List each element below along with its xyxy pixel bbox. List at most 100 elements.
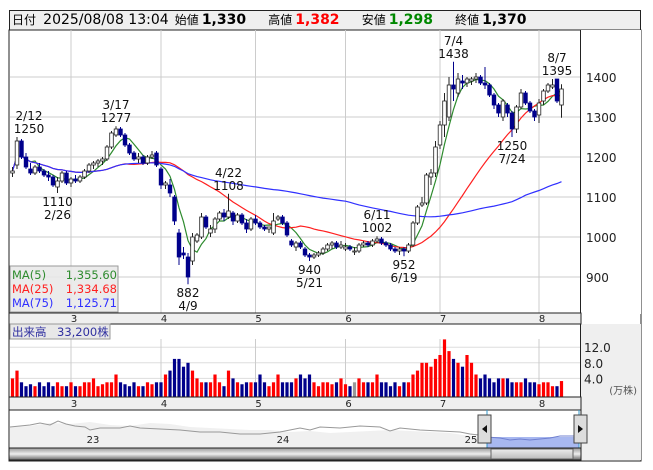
volume-bar <box>168 370 172 397</box>
volume-bar <box>127 386 132 397</box>
volume-bar <box>559 381 564 397</box>
volume-bar <box>393 382 397 397</box>
candle-body-up <box>352 250 357 253</box>
candle-body-up <box>356 244 362 252</box>
candle-body-down <box>460 80 465 84</box>
volume-bar <box>114 374 118 397</box>
candle-body-up <box>82 170 87 178</box>
volume-bar <box>204 382 208 397</box>
candle-body-up <box>469 78 474 82</box>
volume-bar <box>289 382 294 397</box>
volume-bar <box>172 358 177 397</box>
candle-body-up <box>329 242 335 246</box>
candle-body-up <box>86 164 92 172</box>
candle <box>248 217 254 231</box>
candle-body-down <box>221 212 227 218</box>
volume-bar <box>28 384 33 397</box>
month-label: 5 <box>255 399 261 410</box>
candle-body-down <box>365 242 371 246</box>
volume-bar <box>555 386 559 397</box>
volume-bar <box>91 378 96 397</box>
candle-body-down <box>28 168 33 174</box>
candle-body-up <box>68 178 74 184</box>
candle <box>203 215 209 229</box>
candle-body-down <box>298 242 303 248</box>
volume-bar <box>105 382 109 397</box>
candle-body-up <box>442 100 447 126</box>
candle-body-down <box>347 246 353 250</box>
volume-bar <box>447 351 451 397</box>
candle-body-up <box>235 214 240 222</box>
volume-tick-label: 12.0 <box>584 341 611 355</box>
candle-body-down <box>122 134 128 146</box>
navigator[interactable]: 23 24 25 <box>8 409 588 449</box>
candle-body-down <box>253 218 258 224</box>
candle <box>50 175 56 187</box>
annotation-date: 4/22 <box>215 166 242 180</box>
annotation-value: 952 <box>393 258 416 272</box>
volume-bar <box>406 382 411 397</box>
month-label: 6 <box>345 399 351 410</box>
month-label: 8 <box>539 314 545 325</box>
volume-bar <box>370 382 375 397</box>
annotation-value: 1250 <box>14 122 45 136</box>
volume-bar <box>519 382 523 397</box>
volume-bar <box>51 386 55 397</box>
candle-body-up <box>271 220 276 234</box>
volume-bar <box>357 378 361 397</box>
candle-body-down <box>23 156 29 168</box>
annotation-value: 882 <box>177 286 200 300</box>
volume-bar <box>537 384 541 397</box>
candle-body-up <box>145 156 150 164</box>
candle-body-up <box>248 218 254 230</box>
annotation-date: 6/11 <box>364 208 391 222</box>
candle-body-down <box>131 152 137 160</box>
annotation-value: 1250 <box>497 139 528 153</box>
candle-body-down <box>487 84 492 96</box>
candle-body-up <box>266 226 272 230</box>
volume-unit: (万株) <box>609 384 637 397</box>
volume-bar <box>280 382 285 397</box>
candle-body-down <box>280 216 285 224</box>
volume-bar <box>240 384 244 397</box>
annotation-date: 2/12 <box>16 109 43 123</box>
candle <box>14 137 20 169</box>
candle-body-down <box>230 212 236 222</box>
navigator-right-handle[interactable] <box>573 414 588 444</box>
volume-bar <box>19 382 24 397</box>
candle-body-up <box>545 84 551 92</box>
volume-bar <box>145 382 150 397</box>
annotation-date: 4/9 <box>178 299 197 313</box>
candle <box>415 205 420 225</box>
month-label: 5 <box>255 314 261 325</box>
annotation-date: 5/21 <box>296 276 323 290</box>
candle-body-down <box>284 222 290 236</box>
volume-bar <box>73 386 78 397</box>
candle-body-up <box>212 218 218 230</box>
candle <box>199 213 204 239</box>
volume-bar <box>118 382 123 397</box>
candle-body-down <box>491 94 497 106</box>
candle-body-down <box>401 248 407 252</box>
candle <box>239 213 245 225</box>
candle <box>154 151 159 167</box>
volume-bar <box>375 374 379 397</box>
navigator-left-handle[interactable] <box>477 414 492 444</box>
candle-body-up <box>226 210 231 218</box>
candle-body-down <box>50 176 56 186</box>
volume-bar <box>496 378 501 397</box>
volume-bar <box>217 382 222 397</box>
volume-bar <box>379 382 384 397</box>
candle <box>554 78 560 103</box>
candle-body-down <box>154 152 159 166</box>
volume-bar <box>262 382 267 397</box>
volume-bar <box>231 378 235 397</box>
volume-bar <box>15 370 19 397</box>
candle-body-down <box>289 240 294 246</box>
scrollbar-thumb[interactable] <box>490 448 574 460</box>
candle <box>284 221 290 237</box>
volume-bar <box>186 362 190 397</box>
volume-bar <box>514 382 519 397</box>
volume-bar <box>541 382 546 397</box>
volume-bar <box>402 382 406 397</box>
